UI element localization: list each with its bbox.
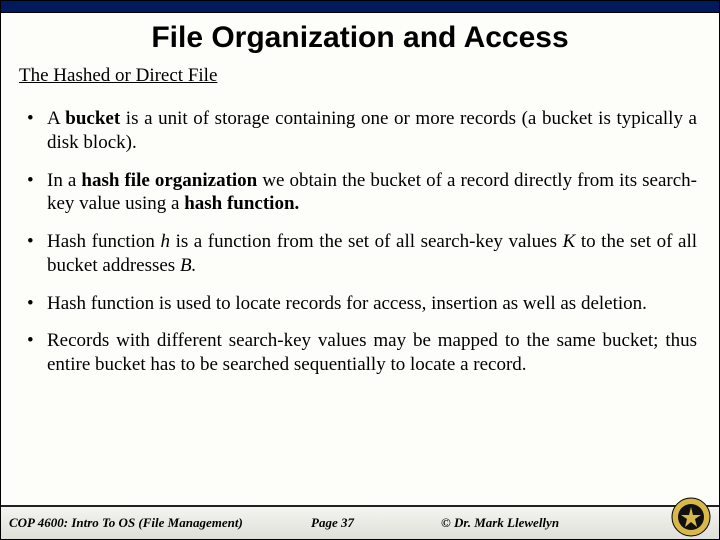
text: Hash function is used to locate records … bbox=[47, 293, 647, 314]
italic-text: h bbox=[161, 231, 171, 252]
bullet-list: A bucket is a unit of storage containing… bbox=[23, 107, 697, 377]
slide-footer: COP 4600: Intro To OS (File Management) … bbox=[1, 505, 719, 539]
bullet-item: Records with different search-key values… bbox=[23, 329, 697, 377]
bullet-item: Hash function h is a function from the s… bbox=[23, 230, 697, 278]
footer-course: COP 4600: Intro To OS (File Management) bbox=[1, 515, 311, 531]
text: Records with different search-key values… bbox=[47, 330, 697, 375]
slide-body: A bucket is a unit of storage containing… bbox=[1, 93, 719, 505]
bullet-item: Hash function is used to locate records … bbox=[23, 292, 697, 316]
text: is a function from the set of all search… bbox=[170, 231, 563, 252]
text: A bbox=[47, 108, 65, 129]
italic-text: B. bbox=[180, 255, 196, 276]
bold-text: bucket bbox=[65, 108, 120, 129]
top-accent-bar bbox=[1, 1, 719, 13]
slide-title: File Organization and Access bbox=[1, 21, 719, 55]
bullet-item: In a hash file organization we obtain th… bbox=[23, 169, 697, 217]
footer-page-number: Page 37 bbox=[311, 515, 441, 531]
slide-subtitle: The Hashed or Direct File bbox=[1, 65, 719, 93]
slide: File Organization and Access The Hashed … bbox=[0, 0, 720, 540]
text: In a bbox=[47, 170, 81, 191]
bullet-item: A bucket is a unit of storage containing… bbox=[23, 107, 697, 155]
text: Hash function bbox=[47, 231, 161, 252]
bold-text: hash file organization bbox=[81, 170, 257, 191]
bold-text: hash function. bbox=[184, 193, 299, 214]
ucf-logo-icon bbox=[671, 497, 711, 537]
italic-text: K bbox=[563, 231, 576, 252]
text: is a unit of storage containing one or m… bbox=[47, 108, 697, 153]
